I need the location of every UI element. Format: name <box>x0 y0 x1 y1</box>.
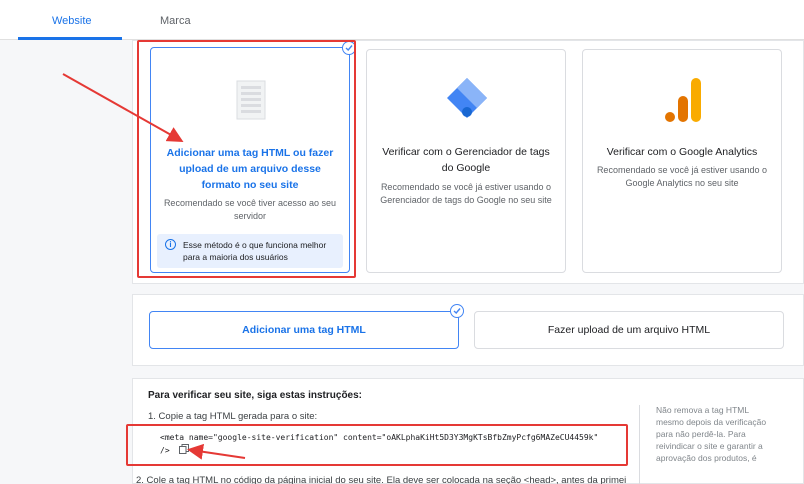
annotation-arrows <box>62 73 246 460</box>
annotation-arrow-to-copy <box>187 443 246 460</box>
annotation-arrow-to-card <box>62 73 184 142</box>
